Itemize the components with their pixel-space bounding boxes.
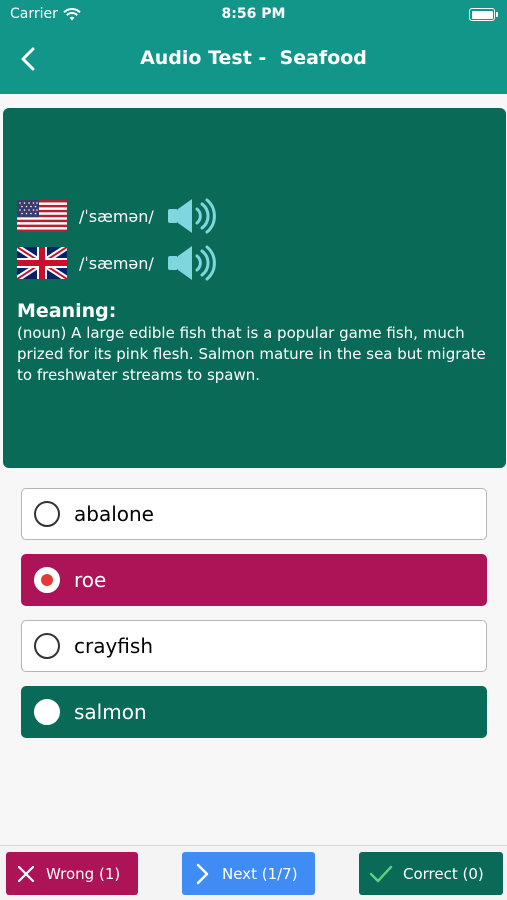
option-abalone[interactable]: abalone	[21, 488, 487, 540]
next-label: Next (1/7)	[222, 864, 298, 883]
status-bar: Carrier 8:56 PM	[0, 0, 507, 28]
radio-button-selected[interactable]	[34, 567, 60, 593]
pronunciation-us: /ˈsæmən/	[17, 196, 220, 236]
bottom-bar: Wrong (1) Next (1/7) Correct (0)	[0, 845, 507, 900]
option-label: roe	[74, 568, 107, 592]
wrong-label: Wrong (1)	[46, 864, 121, 883]
correct-button[interactable]: Correct (0)	[359, 852, 503, 895]
ipa-uk: /ˈsæmən/	[79, 253, 154, 273]
correct-label: Correct (0)	[403, 864, 484, 883]
uk-flag-icon	[17, 247, 67, 279]
speaker-icon[interactable]	[166, 243, 220, 283]
wrong-button[interactable]: Wrong (1)	[6, 852, 138, 895]
meaning-text: (noun) A large edible fish that is a pop…	[17, 324, 486, 384]
option-label: salmon	[74, 700, 147, 724]
pronunciation-uk: /ˈsæmən/	[17, 243, 220, 283]
speaker-icon[interactable]	[166, 196, 220, 236]
app-header: Carrier 8:56 PM Audio Test - Seafood	[0, 0, 507, 94]
option-label: abalone	[74, 502, 154, 526]
radio-button[interactable]	[34, 633, 60, 659]
option-salmon[interactable]: salmon	[21, 686, 487, 738]
checkmark-icon	[369, 865, 393, 882]
status-time: 8:56 PM	[221, 6, 286, 22]
radio-button[interactable]	[34, 699, 60, 725]
close-icon	[17, 865, 35, 882]
battery-icon	[469, 8, 498, 21]
ipa-us: /ˈsæmən/	[79, 206, 154, 226]
us-flag-icon	[17, 200, 67, 232]
next-button[interactable]: Next (1/7)	[182, 852, 315, 895]
radio-button[interactable]	[34, 501, 60, 527]
option-roe[interactable]: roe	[21, 554, 487, 606]
option-crayfish[interactable]: crayfish	[21, 620, 487, 672]
word-card: /ˈsæmən/ /ˈsæmən/ Meaning: (noun) A larg…	[3, 108, 506, 468]
page-title: Audio Test - Seafood	[140, 47, 367, 69]
option-label: crayfish	[74, 634, 154, 658]
meaning-title: Meaning:	[17, 300, 117, 322]
chevron-right-icon	[196, 863, 209, 884]
